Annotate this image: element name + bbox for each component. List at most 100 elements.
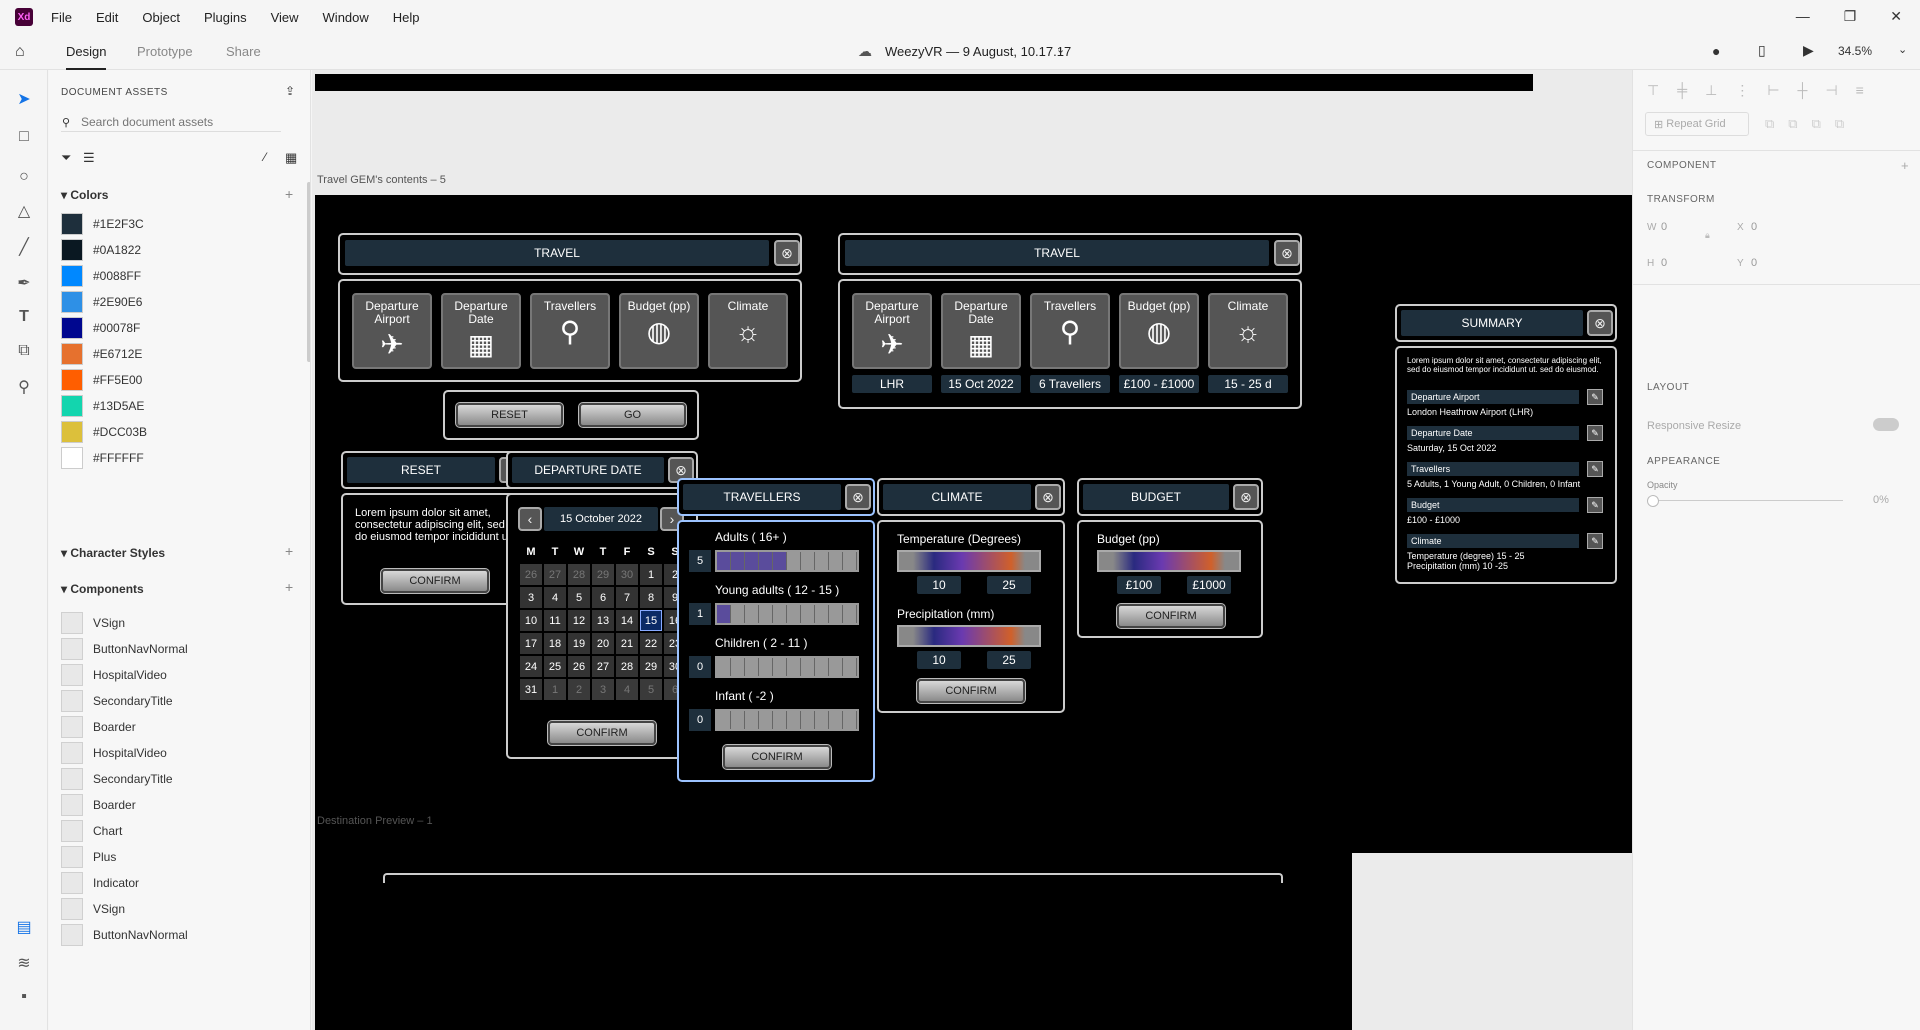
calendar-day[interactable]: 1 [640,564,662,585]
calendar-day[interactable]: 3 [520,587,542,608]
component-item[interactable]: Chart [61,820,122,842]
component-item[interactable]: Indicator [61,872,139,894]
align-top-icon[interactable]: ⊤ [1647,82,1659,99]
close-icon[interactable]: ⊗ [1233,484,1259,510]
calendar-day[interactable]: 6 [592,587,614,608]
align-left-icon[interactable]: ⊢ [1767,82,1779,99]
calendar-day[interactable]: 27 [544,564,566,585]
play-icon[interactable]: ▶ [1803,42,1814,59]
reset-confirm-button[interactable]: CONFIRM [380,568,490,594]
component-item[interactable]: VSign [61,898,125,920]
restore-icon[interactable]: ❐ [1844,8,1857,25]
add-char-style-icon[interactable]: + [285,543,293,559]
tile-travellers[interactable]: Travellers ⚲ [530,293,610,369]
budget-confirm-button[interactable]: CONFIRM [1116,603,1226,629]
assets-panel-icon[interactable]: ▤ [13,916,35,938]
close-icon[interactable]: ⊗ [1274,240,1300,266]
component-item[interactable]: Boarder [61,716,136,738]
calendar-day[interactable]: 18 [544,633,566,654]
close-icon[interactable]: ⊗ [845,484,871,510]
edit-icon[interactable]: ✎ [1587,497,1603,513]
edit-icon[interactable]: ✎ [1587,461,1603,477]
calendar-day[interactable]: 1 [544,679,566,700]
calendar-day[interactable]: 28 [616,656,638,677]
zoom-level[interactable]: 34.5% [1838,44,1872,58]
calendar-day[interactable]: 29 [592,564,614,585]
date-confirm-button[interactable]: CONFIRM [547,720,657,746]
height-field[interactable]: 0 [1661,257,1667,269]
menu-file[interactable]: File [51,10,72,25]
tile-departure-date[interactable]: Departure Date ▦ [441,293,521,369]
union-icon[interactable]: ⧉ [1765,116,1774,132]
calendar-day[interactable]: 20 [592,633,614,654]
calendar-day[interactable]: 14 [616,610,638,631]
assets-scrollbar[interactable] [307,182,310,362]
calendar-day[interactable]: 4 [616,679,638,700]
calendar-day[interactable]: 19 [568,633,590,654]
calendar-day[interactable]: 29 [640,656,662,677]
budget-range-slider[interactable] [1097,550,1241,572]
add-component-state-icon[interactable]: + [1901,158,1909,173]
traveller-count-slider[interactable] [715,603,859,625]
close-icon[interactable]: ⊗ [774,240,800,266]
add-color-icon[interactable]: + [285,186,293,202]
tab-design[interactable]: Design [66,44,107,70]
add-component-icon[interactable]: + [285,579,293,595]
calendar-day[interactable]: 2 [568,679,590,700]
color-swatch-item[interactable]: #0088FF [61,265,141,287]
component-item[interactable]: SecondaryTitle [61,768,173,790]
tile-departure-airport-2[interactable]: Departure Airport ✈ [852,293,932,369]
pen-tool-icon[interactable]: ✒ [13,272,35,294]
close-icon[interactable]: ⊗ [1035,484,1061,510]
exclude-icon[interactable]: ⧉ [1835,116,1844,132]
colors-section-header[interactable]: ▾ Colors [61,188,108,202]
plugins-panel-icon[interactable]: ▪ [13,986,35,1008]
opacity-slider-handle[interactable] [1647,495,1659,507]
component-item[interactable]: HospitalVideo [61,664,167,686]
artboard-label-2[interactable]: Destination Preview – 1 [317,815,433,827]
artboard-travel-gem[interactable]: TRAVEL ⊗ Departure Airport ✈ Departure Da… [315,195,1632,853]
color-swatch-item[interactable]: #FFFFFF [61,447,144,469]
chevron-down-icon[interactable]: ⌄ [1056,43,1065,56]
tile-budget-2[interactable]: Budget (pp) ◍ [1119,293,1199,369]
calendar-day[interactable]: 11 [544,610,566,631]
component-item[interactable]: Boarder [61,794,136,816]
calendar-day[interactable]: 25 [544,656,566,677]
calendar-day[interactable]: 12 [568,610,590,631]
calendar-day[interactable]: 27 [592,656,614,677]
lock-ratio-icon[interactable]: 🔒︎ [1705,230,1710,241]
climate-confirm-button[interactable]: CONFIRM [916,678,1026,704]
component-item[interactable]: ButtonNavNormal [61,924,188,946]
layers-panel-icon[interactable]: ≋ [13,952,35,974]
ellipse-tool-icon[interactable]: ○ [13,166,35,188]
edit-icon[interactable]: ✎ [1587,425,1603,441]
calendar-day[interactable]: 26 [520,564,542,585]
traveller-count-slider[interactable] [715,656,859,678]
component-item[interactable]: ButtonNavNormal [61,638,188,660]
menu-help[interactable]: Help [393,10,420,25]
tab-prototype[interactable]: Prototype [137,44,193,59]
tile-departure-date-2[interactable]: Departure Date ▦ [941,293,1021,369]
align-middle-icon[interactable]: ╪ [1677,82,1687,99]
calendar-day[interactable]: 22 [640,633,662,654]
artboard-tool-icon[interactable]: ⧉ [13,340,35,362]
calendar-day[interactable]: 5 [568,587,590,608]
zoom-tool-icon[interactable]: ⚲ [13,376,35,398]
design-canvas[interactable]: Travel GEM's contents – 5 TRAVEL ⊗ Depar… [312,70,1632,1030]
y-field[interactable]: 0 [1751,257,1757,269]
component-item[interactable]: SecondaryTitle [61,690,173,712]
calendar-day[interactable]: 31 [520,679,542,700]
opacity-slider[interactable] [1653,500,1843,501]
rectangle-tool-icon[interactable]: □ [13,126,35,148]
traveller-count-slider[interactable] [715,709,859,731]
repeat-grid-button[interactable]: ⊞ Repeat Grid [1645,112,1749,136]
opacity-value[interactable]: 0% [1873,494,1889,506]
tile-travellers-2[interactable]: Travellers ⚲ [1030,293,1110,369]
color-swatch-item[interactable]: #FF5E00 [61,369,142,391]
color-swatch-item[interactable]: #2E90E6 [61,291,142,313]
color-swatch-item[interactable]: #DCC03B [61,421,147,443]
align-right-icon[interactable]: ⊣ [1825,82,1837,99]
tile-climate[interactable]: Climate ☼ [708,293,788,369]
line-tool-icon[interactable]: ╱ [13,236,35,258]
menu-view[interactable]: View [271,10,299,25]
